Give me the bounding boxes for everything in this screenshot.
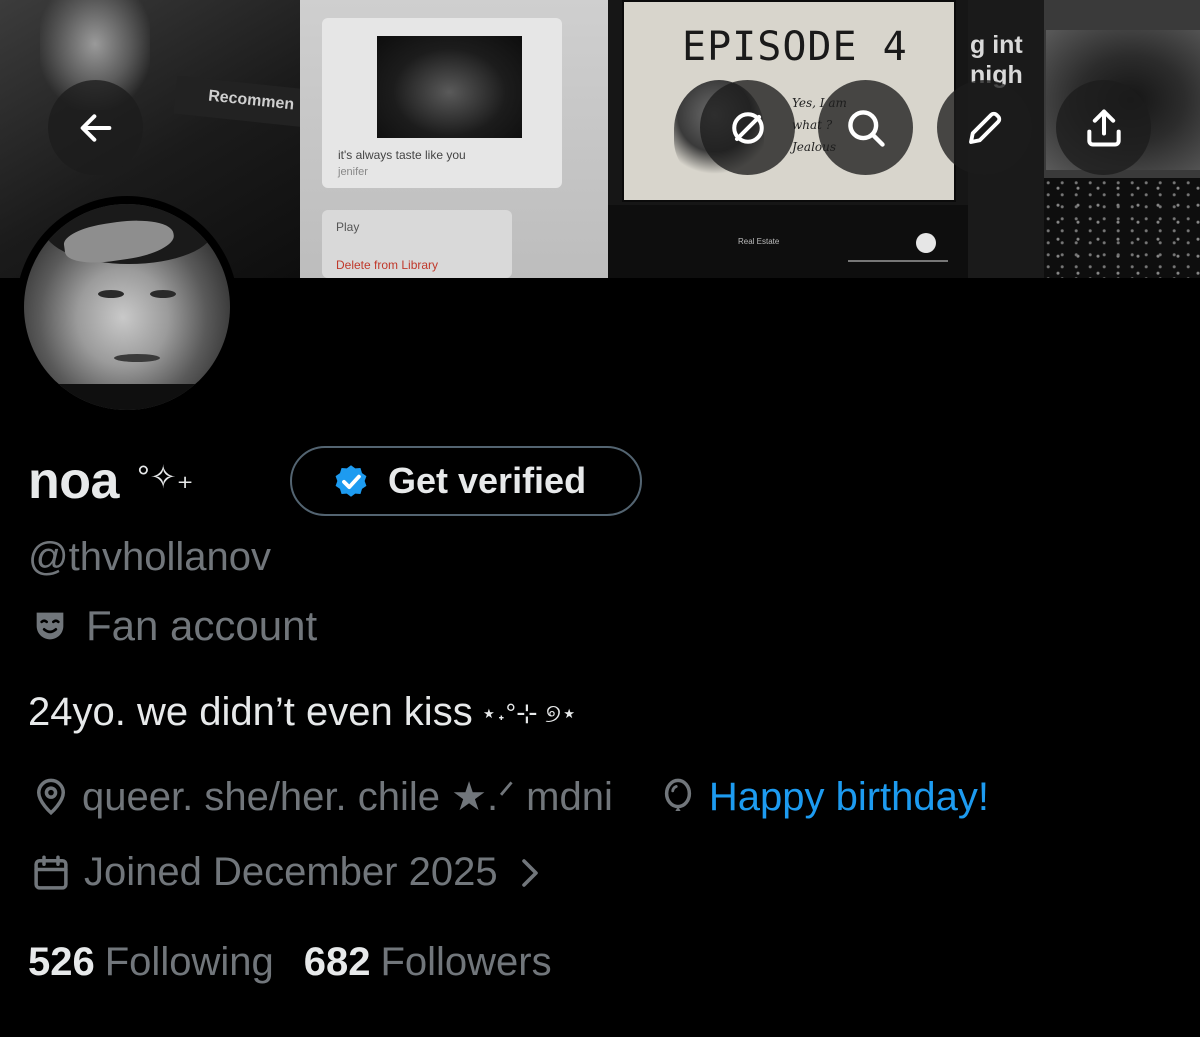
joined-date: Joined December 2025 — [84, 850, 498, 894]
get-verified-button[interactable]: Get verified — [290, 446, 642, 516]
followers-count: 682 — [303, 940, 371, 984]
profile-avatar[interactable] — [16, 196, 238, 418]
pencil-icon — [968, 111, 1001, 144]
following-link[interactable]: 526 Following — [28, 940, 274, 985]
profile-meta-row: queer. she/her. chile ★.ᐟ mdni Happy bir… — [30, 774, 989, 820]
banner-pause-icon — [916, 233, 936, 253]
location-pin-icon — [36, 778, 66, 816]
banner-progress-bar — [848, 260, 948, 262]
location-text: queer. she/her. chile ★.ᐟ mdni — [82, 775, 613, 819]
birthday-link[interactable]: Happy birthday! — [709, 775, 989, 820]
display-name-row: noa °✧₊ — [28, 446, 193, 516]
arrow-left-icon — [80, 113, 111, 142]
name-decoration: °✧₊ — [136, 459, 194, 495]
share-icon — [1086, 108, 1121, 147]
following-label: Following — [104, 940, 274, 984]
banner-menu-play: Play — [336, 220, 360, 234]
followers-label: Followers — [380, 940, 552, 984]
banner-song-caption: it's always taste like you — [338, 148, 466, 162]
bio-decoration: ⋆˖°⊹ ୭⋆ — [480, 698, 578, 728]
following-count: 526 — [28, 940, 95, 984]
category-label: Fan account — [86, 602, 318, 649]
avatar-shirt — [24, 384, 230, 410]
eye-slash-icon — [731, 111, 764, 144]
avatar-photo — [24, 204, 230, 410]
calendar-icon — [34, 855, 68, 890]
avatar-eye — [150, 290, 176, 298]
banner-song-artist: jenifer — [338, 166, 368, 178]
balloon-icon — [664, 778, 691, 811]
theater-mask-icon — [36, 612, 64, 640]
banner-collage-panel-2: it's always taste like you jenifer Play … — [300, 0, 608, 278]
edit-button[interactable] — [937, 80, 1032, 175]
banner-episode-paper: EPISODE 4 Yes, I am what ? Jealous — [622, 0, 956, 202]
search-button[interactable] — [818, 80, 913, 175]
banner-menu-delete: Delete from Library — [336, 258, 439, 272]
follow-stats: 526 Following 682 Followers — [28, 940, 552, 985]
verified-badge-icon — [335, 465, 367, 497]
banner-music-player: Real Estate — [608, 205, 968, 278]
followers-link[interactable]: 682 Followers — [304, 940, 552, 985]
banner-context-menu: Play Delete from Library — [322, 210, 512, 278]
banner-sparkle-photo — [1044, 178, 1200, 278]
joined-row[interactable]: Joined December 2025 — [30, 850, 544, 895]
hide-button[interactable] — [700, 80, 795, 175]
back-button[interactable] — [48, 80, 143, 175]
display-name: noa — [28, 452, 119, 510]
avatar-mouth — [114, 354, 160, 362]
banner-player-track: Real Estate — [738, 237, 780, 246]
search-icon — [847, 109, 885, 147]
account-category: Fan account — [30, 602, 317, 650]
bio-text: 24yo. we didn’t even kiss — [28, 690, 473, 734]
banner-episode-title: EPISODE 4 — [682, 24, 908, 70]
banner-song-photo — [377, 36, 522, 138]
chevron-right-icon — [521, 858, 538, 887]
profile-bio: 24yo. we didn’t even kiss ⋆˖°⊹ ୭⋆ — [28, 690, 577, 735]
banner-song-card: it's always taste like you jenifer — [322, 18, 562, 188]
user-handle: @thvhollanov — [28, 535, 271, 579]
banner-side-line: g int — [970, 31, 1023, 59]
avatar-eye — [98, 290, 124, 298]
get-verified-label: Get verified — [388, 460, 587, 501]
share-button[interactable] — [1056, 80, 1151, 175]
